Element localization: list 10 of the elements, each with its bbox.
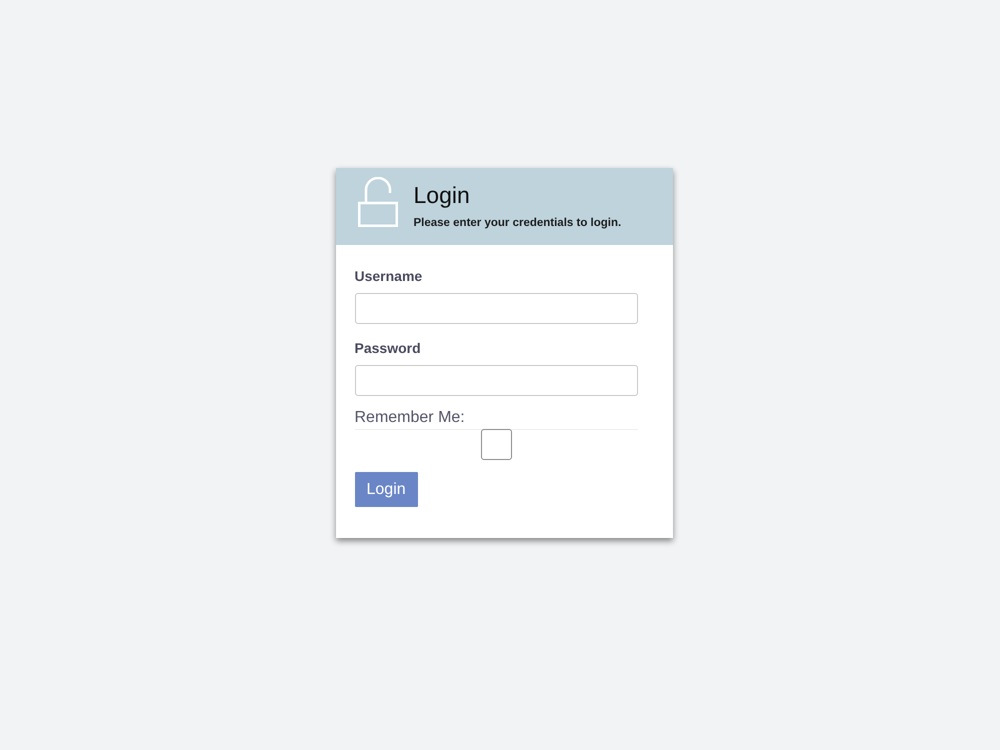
input-field[interactable]	[354, 293, 638, 324]
input-field[interactable]	[354, 365, 638, 396]
login-button[interactable]: Login	[354, 472, 418, 507]
field-label: Username	[354, 267, 422, 285]
remember-me-checkbox[interactable]	[480, 429, 512, 460]
card-title: Login	[414, 181, 471, 209]
card-subtitle: Please enter your credentials to login.	[414, 216, 622, 230]
remember-me-label: Remember Me:	[354, 408, 465, 428]
padlock-icon	[358, 177, 398, 227]
field-label: Password	[354, 339, 421, 357]
